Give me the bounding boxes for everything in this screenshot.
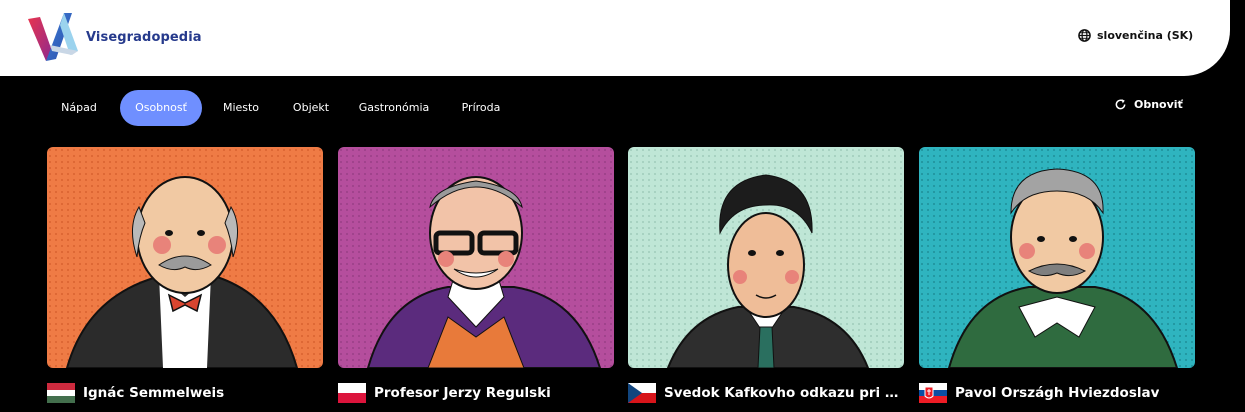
person-card[interactable]: Ignác Semmelweis <box>47 147 323 403</box>
card-title[interactable]: Pavol Országh Hviezdoslav <box>955 385 1159 401</box>
tab-priroda[interactable]: Príroda <box>446 90 516 126</box>
card-title[interactable]: Ignác Semmelweis <box>83 385 224 401</box>
site-name: Visegradopedia <box>86 29 202 45</box>
poland-flag-icon <box>338 383 366 403</box>
portrait-illustration-regulski <box>338 147 614 368</box>
slovakia-flag-icon <box>919 383 947 403</box>
person-card[interactable]: Pavol Országh Hviezdoslav <box>919 147 1195 403</box>
card-image[interactable] <box>628 147 904 368</box>
portrait-illustration-semmelweis <box>47 147 323 368</box>
refresh-button[interactable]: Obnoviť <box>1114 98 1183 111</box>
card-title[interactable]: Profesor Jerzy Regulski <box>374 385 551 401</box>
tab-osobnost[interactable]: Osobnosť <box>120 90 202 126</box>
language-label: slovenčina (SK) <box>1097 29 1194 42</box>
site-logo[interactable]: Visegradopedia <box>26 11 202 63</box>
header: Visegradopedia slovenčina (SK) <box>0 0 1230 76</box>
portrait-illustration-hviezdoslav <box>919 147 1195 368</box>
refresh-icon <box>1115 99 1126 110</box>
tab-miesto[interactable]: Miesto <box>206 90 276 126</box>
card-image[interactable] <box>338 147 614 368</box>
hungary-flag-icon <box>47 383 75 403</box>
main-content: Nápad Osobnosť Miesto Objekt Gastronómia… <box>0 76 1245 412</box>
person-card[interactable]: Profesor Jerzy Regulski <box>338 147 614 403</box>
page: Visegradopedia slovenčina (SK) Nápad Oso… <box>0 0 1245 412</box>
language-selector[interactable]: slovenčina (SK) <box>1078 29 1193 42</box>
portrait-illustration-kafka <box>628 147 904 368</box>
card-title[interactable]: Svedok Kafkovho odkazu pri Špan... <box>664 385 904 401</box>
card-image[interactable] <box>919 147 1195 368</box>
refresh-label: Obnoviť <box>1134 98 1183 111</box>
tab-objekt[interactable]: Objekt <box>278 90 344 126</box>
czech-flag-icon <box>628 383 656 403</box>
tab-napad[interactable]: Nápad <box>46 90 112 126</box>
tab-gastronomia[interactable]: Gastronómia <box>346 90 442 126</box>
card-image[interactable] <box>47 147 323 368</box>
category-tabs: Nápad Osobnosť Miesto Objekt Gastronómia… <box>46 90 516 126</box>
globe-icon <box>1078 29 1091 42</box>
visegrad-v-logo-icon <box>28 13 78 61</box>
person-card[interactable]: Svedok Kafkovho odkazu pri Špan... <box>628 147 904 403</box>
